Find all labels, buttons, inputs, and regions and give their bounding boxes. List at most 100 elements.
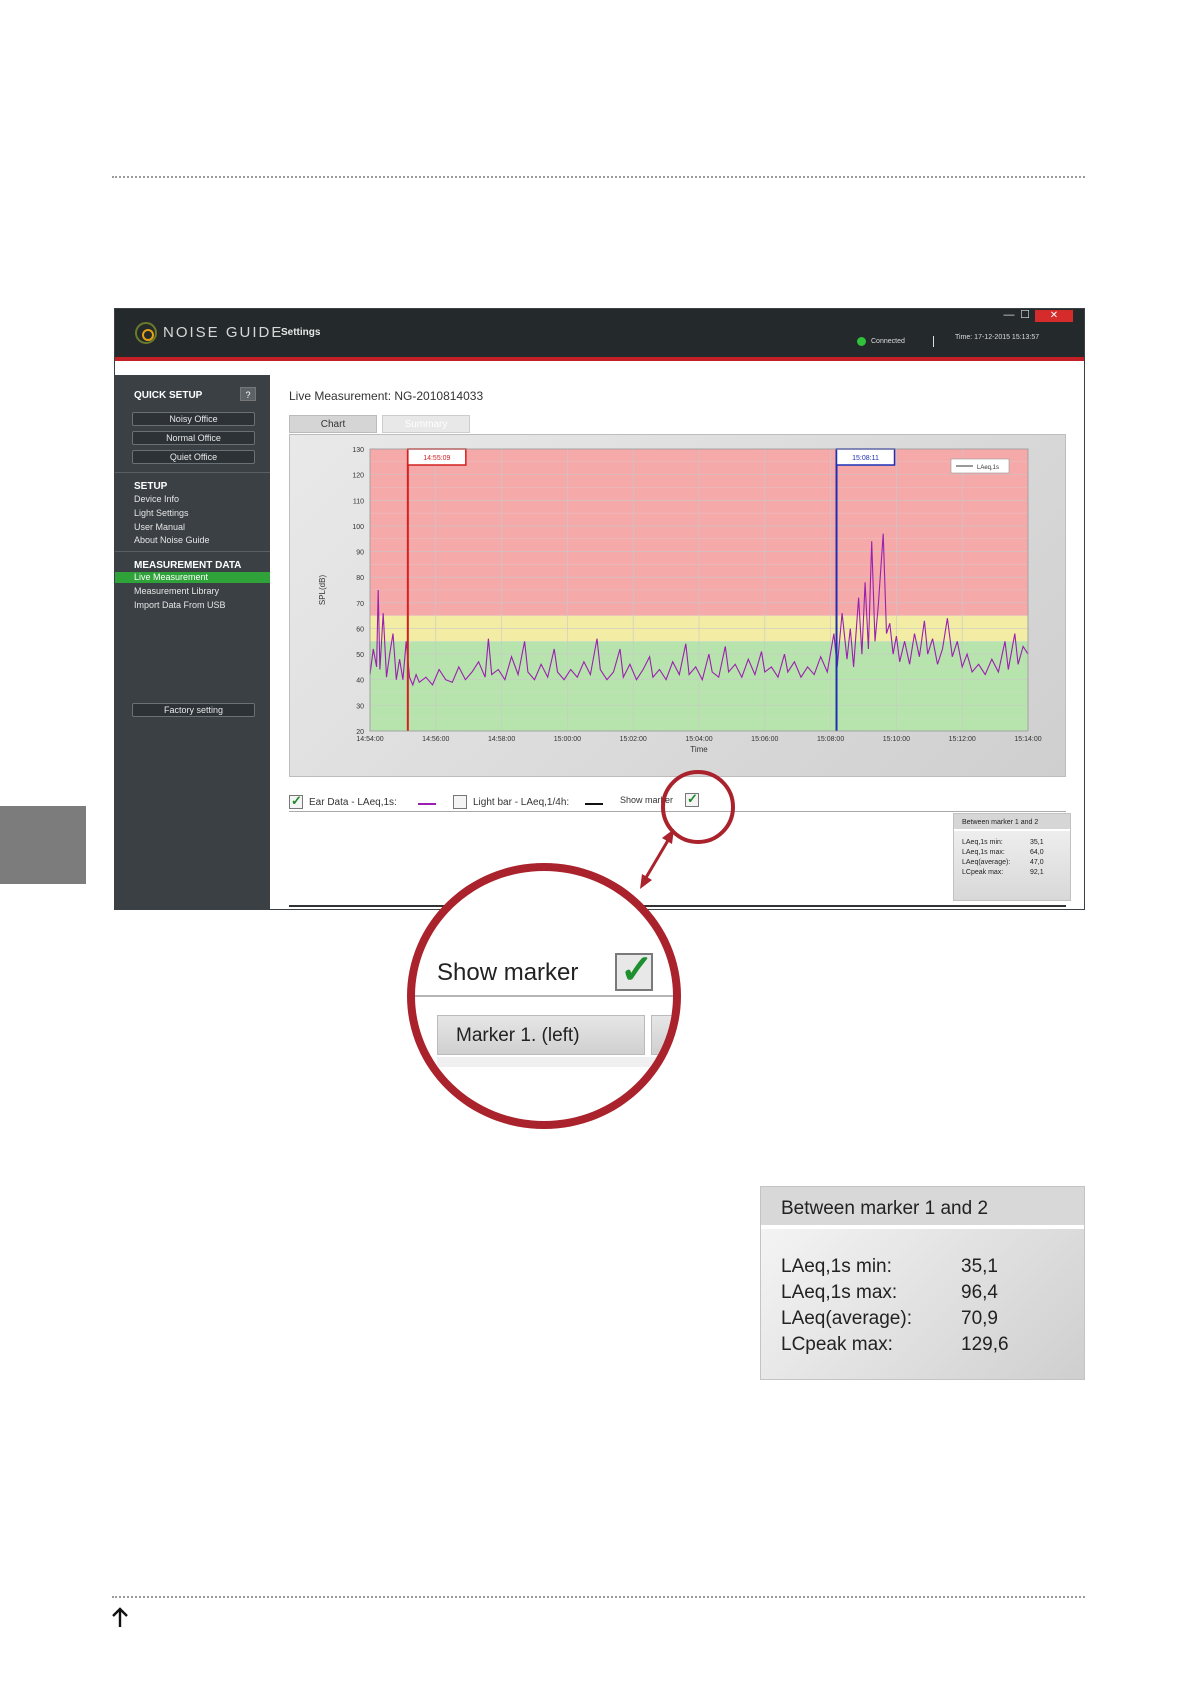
connected-status-icon (857, 337, 866, 346)
setup-heading: SETUP (134, 481, 168, 492)
y-tick-label: 30 (356, 703, 364, 710)
enlarged-summary-value: 70,9 (961, 1308, 998, 1329)
sidebar-item-measurement-library[interactable]: Measurement Library (134, 586, 219, 596)
settings-link[interactable]: Settings (281, 327, 320, 338)
title-bar-accent (115, 357, 1084, 361)
zoom-row (437, 1057, 673, 1067)
y-tick-label: 120 (352, 473, 364, 480)
app-window: NOISE GUIDE · Settings Connected Time: 1… (114, 308, 1085, 910)
enlarged-summary-label: LAeq,1s max: (781, 1282, 898, 1303)
y-tick-label: 130 (352, 447, 364, 454)
x-tick-label: 15:04:00 (685, 736, 712, 743)
zoom-divider (415, 995, 673, 997)
sidebar-item-device-info[interactable]: Device Info (134, 494, 179, 504)
x-tick-label: 15:08:00 (817, 736, 844, 743)
summary-value: 47,0 (1030, 859, 1044, 866)
ear-data-swatch (418, 803, 436, 805)
y-tick-label: 110 (353, 498, 364, 505)
sidebar-divider (115, 472, 270, 473)
measurement-data-heading: MEASUREMENT DATA (134, 560, 242, 571)
y-tick-label: 90 (356, 550, 364, 557)
title-bar: NOISE GUIDE · Settings Connected Time: 1… (115, 309, 1084, 357)
summary-label: LAeq,1s max: (962, 849, 1005, 856)
enlarged-summary-label: LCpeak max: (781, 1334, 893, 1355)
callout-arrow-icon (640, 829, 674, 889)
page-title: Live Measurement: NG-2010814033 (289, 389, 484, 403)
noisy-office-button[interactable]: Noisy Office (132, 412, 255, 426)
section-tab (0, 806, 86, 884)
enlarged-summary-value: 129,6 (961, 1334, 1009, 1355)
summary-label: LAeq(average): (962, 859, 1011, 866)
x-tick-label: 15:14:00 (1014, 736, 1041, 743)
x-tick-label: 14:54:00 (356, 736, 383, 743)
tab-summary[interactable]: Summary (382, 415, 470, 433)
zoom-magnifier: Show marker Marker 1. (left) (407, 863, 681, 1129)
ear-data-label: Ear Data - LAeq,1s: (309, 797, 397, 808)
x-tick-label: 15:12:00 (949, 736, 976, 743)
summary-value: 35,1 (1030, 839, 1044, 846)
zoom-show-marker-label: Show marker (437, 959, 579, 986)
quick-setup-heading: QUICK SETUP (134, 390, 203, 401)
marker-summary-title: Between marker 1 and 2 (954, 814, 1070, 831)
tab-chart[interactable]: Chart (289, 415, 377, 433)
up-arrow-icon[interactable] (110, 1606, 130, 1630)
x-tick-label: 15:02:00 (620, 736, 647, 743)
y-axis-label: SPL(dB) (318, 575, 327, 606)
y-tick-label: 40 (356, 678, 364, 685)
zoom-marker-2-header (651, 1015, 673, 1055)
y-tick-label: 100 (352, 524, 364, 531)
top-dotted-rule (112, 176, 1085, 178)
x-tick-label: 14:58:00 (488, 736, 515, 743)
normal-office-button[interactable]: Normal Office (132, 431, 255, 445)
zoom-marker-1-header: Marker 1. (left) (437, 1015, 645, 1055)
minimize-button[interactable]: — (1002, 310, 1016, 322)
time-marker-label: 15:08:11 (852, 455, 879, 462)
status-divider (933, 336, 934, 347)
bottom-divider (289, 905, 1066, 907)
marker-summary-box: Between marker 1 and 2 LAeq,1s min: 35,1… (953, 813, 1071, 901)
enlarged-summary-label: LAeq(average): (781, 1308, 912, 1329)
brand-name: NOISE GUIDE (163, 324, 284, 341)
sidebar-item-light-settings[interactable]: Light Settings (134, 508, 189, 518)
light-bar-label: Light bar - LAeq,1/4h: (473, 797, 570, 808)
summary-label: LAeq,1s min: (962, 839, 1003, 846)
clock: Time: 17-12-2015 15:13:57 (955, 334, 1040, 341)
light-bar-checkbox[interactable] (453, 795, 467, 809)
ear-data-checkbox[interactable] (289, 793, 303, 809)
summary-value: 64,0 (1030, 849, 1044, 856)
zoom-show-marker-checkbox (615, 947, 654, 993)
sidebar-item-import-usb[interactable]: Import Data From USB (134, 600, 226, 610)
close-button[interactable]: ✕ (1035, 310, 1073, 322)
y-tick-label: 50 (356, 652, 364, 659)
x-tick-label: 15:10:00 (883, 736, 910, 743)
y-tick-label: 70 (356, 601, 364, 608)
bottom-dotted-rule (112, 1596, 1085, 1598)
quiet-office-button[interactable]: Quiet Office (132, 450, 255, 464)
spl-chart[interactable]: 20 30 40 50 60 70 80 90 100 110 120 130 14:54:00 14:5… (290, 435, 1067, 778)
enlarged-summary-value: 96,4 (961, 1282, 998, 1303)
summary-value: 92,1 (1030, 869, 1044, 876)
light-bar-swatch (585, 803, 603, 805)
connection-status: Connected (871, 338, 905, 345)
enlarged-summary-box: Between marker 1 and 2 LAeq,1s min: 35,1… (760, 1186, 1085, 1380)
y-tick-label: 60 (356, 626, 364, 633)
help-button[interactable]: ? (240, 387, 256, 401)
factory-setting-button[interactable]: Factory setting (132, 703, 255, 717)
maximize-button[interactable]: ☐ (1019, 310, 1031, 322)
enlarged-summary-label: LAeq,1s min: (781, 1256, 892, 1277)
chart-legend-label: LAeq,1s (977, 465, 999, 471)
enlarged-summary-title: Between marker 1 and 2 (761, 1187, 1084, 1229)
sidebar-item-user-manual[interactable]: User Manual (134, 522, 185, 532)
time-marker-label: 14:55:09 (423, 455, 450, 462)
noise-guide-logo-icon (135, 322, 157, 344)
x-tick-label: 15:00:00 (554, 736, 581, 743)
enlarged-summary-value: 35,1 (961, 1256, 998, 1277)
sidebar-item-live-measurement[interactable]: Live Measurement (115, 572, 270, 583)
x-tick-label: 15:06:00 (751, 736, 778, 743)
sidebar-item-about[interactable]: About Noise Guide (134, 535, 210, 545)
summary-label: LCpeak max: (962, 869, 1004, 876)
sidebar-divider (115, 551, 270, 552)
y-tick-label: 80 (356, 575, 364, 582)
x-axis-label: Time (690, 745, 708, 754)
chart-panel: 20 30 40 50 60 70 80 90 100 110 120 130 14:54:00 14:5… (289, 434, 1066, 777)
